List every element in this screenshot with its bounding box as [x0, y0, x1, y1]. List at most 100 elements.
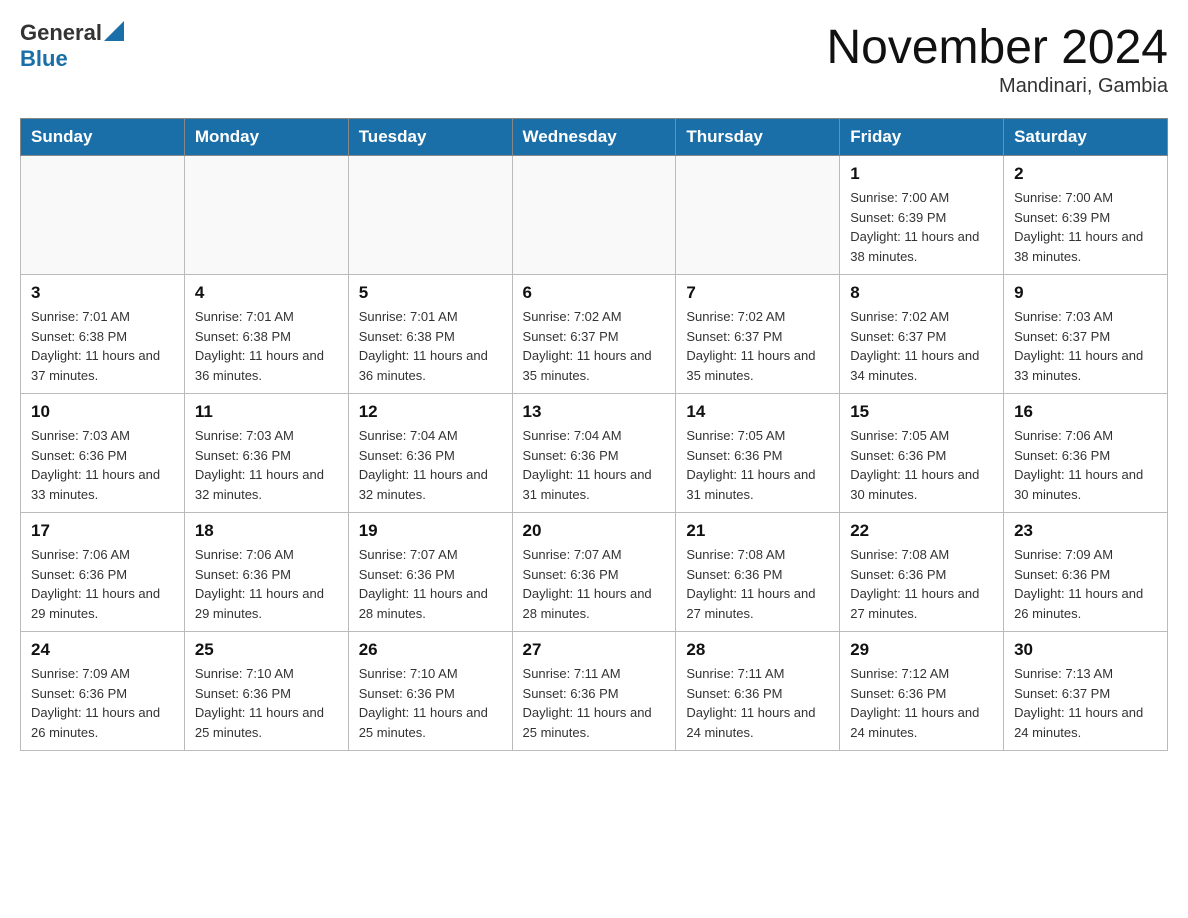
day-number: 12	[359, 402, 502, 422]
day-number: 30	[1014, 640, 1157, 660]
day-sun-info: Sunrise: 7:11 AMSunset: 6:36 PMDaylight:…	[686, 664, 829, 742]
day-sun-info: Sunrise: 7:09 AMSunset: 6:36 PMDaylight:…	[31, 664, 174, 742]
day-sun-info: Sunrise: 7:02 AMSunset: 6:37 PMDaylight:…	[686, 307, 829, 385]
calendar-cell-w3-d6: 15 Sunrise: 7:05 AMSunset: 6:36 PMDayligh…	[840, 394, 1004, 513]
calendar-cell-w3-d3: 12 Sunrise: 7:04 AMSunset: 6:36 PMDayligh…	[348, 394, 512, 513]
logo-blue-text: Blue	[20, 46, 68, 71]
calendar-cell-w4-d2: 18 Sunrise: 7:06 AMSunset: 6:36 PMDayligh…	[184, 513, 348, 632]
calendar-cell-w5-d3: 26Sunrise: 7:10 AMSunset: 6:36 PMDayligh…	[348, 632, 512, 751]
calendar-cell-w1-d2	[184, 156, 348, 275]
header-thursday: Thursday	[676, 119, 840, 156]
calendar-cell-w4-d3: 19Sunrise: 7:07 AMSunset: 6:36 PMDayligh…	[348, 513, 512, 632]
logo: General Blue	[20, 20, 124, 72]
day-number: 5	[359, 283, 502, 303]
calendar-cell-w2-d7: 9Sunrise: 7:03 AMSunset: 6:37 PMDaylight…	[1004, 275, 1168, 394]
day-number: 9	[1014, 283, 1157, 303]
calendar-cell-w4-d6: 22 Sunrise: 7:08 AMSunset: 6:36 PMDayligh…	[840, 513, 1004, 632]
day-number: 2	[1014, 164, 1157, 184]
day-number: 10	[31, 402, 174, 422]
calendar-cell-w4-d5: 21 Sunrise: 7:08 AMSunset: 6:36 PMDayligh…	[676, 513, 840, 632]
calendar-cell-w5-d5: 28 Sunrise: 7:11 AMSunset: 6:36 PMDayligh…	[676, 632, 840, 751]
day-sun-info: Sunrise: 7:01 AMSunset: 6:38 PMDaylight:…	[359, 307, 502, 385]
calendar-cell-w1-d6: 1 Sunrise: 7:00 AMSunset: 6:39 PMDaylight…	[840, 156, 1004, 275]
week-row-5: 24 Sunrise: 7:09 AMSunset: 6:36 PMDayligh…	[21, 632, 1168, 751]
calendar-header-row: SundayMondayTuesdayWednesdayThursdayFrid…	[21, 119, 1168, 156]
calendar-cell-w2-d1: 3 Sunrise: 7:01 AMSunset: 6:38 PMDaylight…	[21, 275, 185, 394]
day-number: 17	[31, 521, 174, 541]
day-sun-info: Sunrise: 7:10 AMSunset: 6:36 PMDaylight:…	[195, 664, 338, 742]
day-sun-info: Sunrise: 7:01 AMSunset: 6:38 PMDaylight:…	[31, 307, 174, 385]
day-sun-info: Sunrise: 7:09 AMSunset: 6:36 PMDaylight:…	[1014, 545, 1157, 623]
week-row-1: 1 Sunrise: 7:00 AMSunset: 6:39 PMDaylight…	[21, 156, 1168, 275]
day-sun-info: Sunrise: 7:05 AMSunset: 6:36 PMDaylight:…	[686, 426, 829, 504]
day-number: 25	[195, 640, 338, 660]
calendar-table: SundayMondayTuesdayWednesdayThursdayFrid…	[20, 118, 1168, 751]
header-monday: Monday	[184, 119, 348, 156]
day-sun-info: Sunrise: 7:07 AMSunset: 6:36 PMDaylight:…	[523, 545, 666, 623]
day-number: 21	[686, 521, 829, 541]
day-number: 1	[850, 164, 993, 184]
month-title: November 2024	[826, 20, 1168, 75]
calendar-cell-w5-d7: 30 Sunrise: 7:13 AMSunset: 6:37 PMDayligh…	[1004, 632, 1168, 751]
day-sun-info: Sunrise: 7:06 AMSunset: 6:36 PMDaylight:…	[195, 545, 338, 623]
page-header: General Blue November 2024 Mandinari, Ga…	[20, 20, 1168, 98]
day-number: 16	[1014, 402, 1157, 422]
calendar-cell-w1-d7: 2 Sunrise: 7:00 AMSunset: 6:39 PMDaylight…	[1004, 156, 1168, 275]
calendar-cell-w5-d1: 24 Sunrise: 7:09 AMSunset: 6:36 PMDayligh…	[21, 632, 185, 751]
logo-triangle-icon	[104, 21, 124, 41]
calendar-cell-w4-d4: 20 Sunrise: 7:07 AMSunset: 6:36 PMDayligh…	[512, 513, 676, 632]
day-sun-info: Sunrise: 7:04 AMSunset: 6:36 PMDaylight:…	[359, 426, 502, 504]
day-sun-info: Sunrise: 7:08 AMSunset: 6:36 PMDaylight:…	[850, 545, 993, 623]
day-sun-info: Sunrise: 7:06 AMSunset: 6:36 PMDaylight:…	[1014, 426, 1157, 504]
day-number: 4	[195, 283, 338, 303]
day-number: 7	[686, 283, 829, 303]
day-sun-info: Sunrise: 7:00 AMSunset: 6:39 PMDaylight:…	[850, 188, 993, 266]
header-wednesday: Wednesday	[512, 119, 676, 156]
calendar-cell-w2-d5: 7 Sunrise: 7:02 AMSunset: 6:37 PMDaylight…	[676, 275, 840, 394]
day-number: 29	[850, 640, 993, 660]
calendar-cell-w2-d2: 4 Sunrise: 7:01 AMSunset: 6:38 PMDaylight…	[184, 275, 348, 394]
header-friday: Friday	[840, 119, 1004, 156]
day-sun-info: Sunrise: 7:01 AMSunset: 6:38 PMDaylight:…	[195, 307, 338, 385]
calendar-cell-w5-d4: 27 Sunrise: 7:11 AMSunset: 6:36 PMDayligh…	[512, 632, 676, 751]
day-number: 23	[1014, 521, 1157, 541]
calendar-cell-w5-d6: 29 Sunrise: 7:12 AMSunset: 6:36 PMDayligh…	[840, 632, 1004, 751]
calendar-cell-w1-d3	[348, 156, 512, 275]
day-number: 28	[686, 640, 829, 660]
calendar-cell-w2-d4: 6 Sunrise: 7:02 AMSunset: 6:37 PMDaylight…	[512, 275, 676, 394]
day-sun-info: Sunrise: 7:08 AMSunset: 6:36 PMDaylight:…	[686, 545, 829, 623]
day-sun-info: Sunrise: 7:11 AMSunset: 6:36 PMDaylight:…	[523, 664, 666, 742]
logo-general-text: General	[20, 20, 102, 46]
day-sun-info: Sunrise: 7:06 AMSunset: 6:36 PMDaylight:…	[31, 545, 174, 623]
calendar-cell-w3-d5: 14 Sunrise: 7:05 AMSunset: 6:36 PMDayligh…	[676, 394, 840, 513]
day-sun-info: Sunrise: 7:00 AMSunset: 6:39 PMDaylight:…	[1014, 188, 1157, 266]
day-number: 13	[523, 402, 666, 422]
day-number: 6	[523, 283, 666, 303]
day-sun-info: Sunrise: 7:03 AMSunset: 6:36 PMDaylight:…	[31, 426, 174, 504]
day-number: 24	[31, 640, 174, 660]
calendar-cell-w3-d4: 13 Sunrise: 7:04 AMSunset: 6:36 PMDayligh…	[512, 394, 676, 513]
day-number: 22	[850, 521, 993, 541]
header-saturday: Saturday	[1004, 119, 1168, 156]
calendar-cell-w3-d2: 11Sunrise: 7:03 AMSunset: 6:36 PMDayligh…	[184, 394, 348, 513]
day-sun-info: Sunrise: 7:02 AMSunset: 6:37 PMDaylight:…	[523, 307, 666, 385]
day-sun-info: Sunrise: 7:04 AMSunset: 6:36 PMDaylight:…	[523, 426, 666, 504]
day-number: 27	[523, 640, 666, 660]
day-number: 15	[850, 402, 993, 422]
day-number: 8	[850, 283, 993, 303]
day-number: 19	[359, 521, 502, 541]
day-number: 18	[195, 521, 338, 541]
calendar-cell-w1-d4	[512, 156, 676, 275]
day-number: 3	[31, 283, 174, 303]
calendar-cell-w2-d3: 5 Sunrise: 7:01 AMSunset: 6:38 PMDaylight…	[348, 275, 512, 394]
day-sun-info: Sunrise: 7:12 AMSunset: 6:36 PMDaylight:…	[850, 664, 993, 742]
location-subtitle: Mandinari, Gambia	[826, 75, 1168, 98]
day-number: 26	[359, 640, 502, 660]
week-row-3: 10 Sunrise: 7:03 AMSunset: 6:36 PMDayligh…	[21, 394, 1168, 513]
day-number: 14	[686, 402, 829, 422]
calendar-cell-w3-d7: 16 Sunrise: 7:06 AMSunset: 6:36 PMDayligh…	[1004, 394, 1168, 513]
day-number: 20	[523, 521, 666, 541]
calendar-cell-w2-d6: 8Sunrise: 7:02 AMSunset: 6:37 PMDaylight…	[840, 275, 1004, 394]
day-sun-info: Sunrise: 7:05 AMSunset: 6:36 PMDaylight:…	[850, 426, 993, 504]
day-sun-info: Sunrise: 7:13 AMSunset: 6:37 PMDaylight:…	[1014, 664, 1157, 742]
